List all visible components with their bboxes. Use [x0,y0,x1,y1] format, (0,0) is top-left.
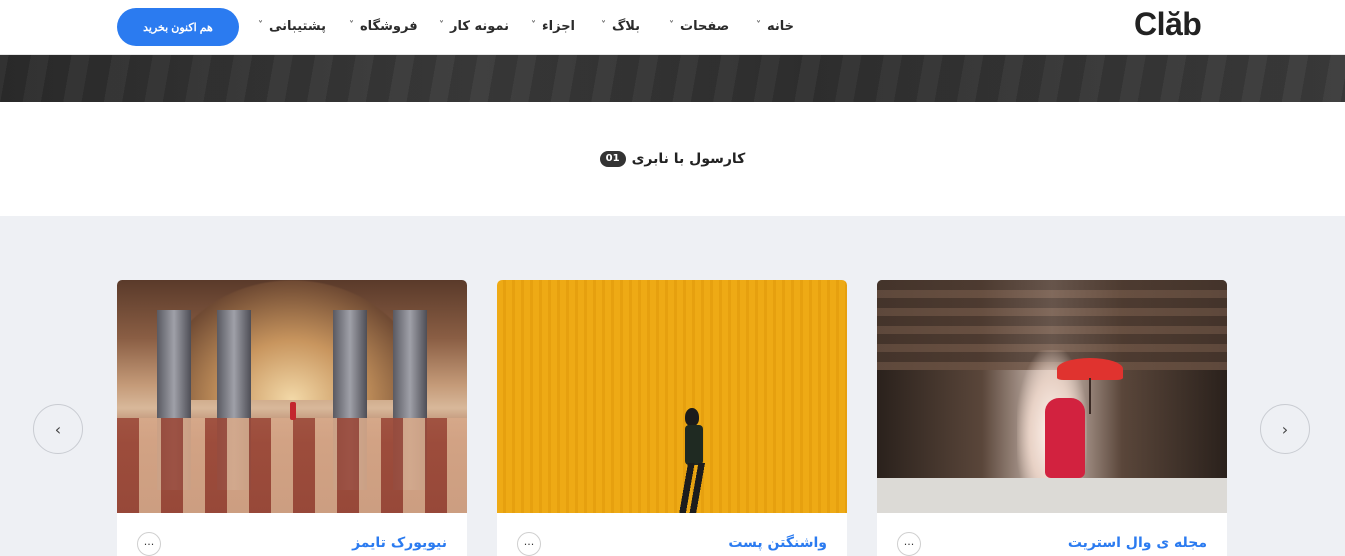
carousel-prev-button[interactable]: ‹ [33,404,83,454]
image-detail [685,425,703,465]
nav-item-label: صفحات [680,18,730,34]
section-number-badge: 01 [599,151,626,167]
image-detail [685,408,699,426]
subway-hall-image[interactable] [117,280,467,513]
yellow-wall-image[interactable] [497,280,847,513]
nav-item-label: بلاگ [612,18,641,34]
chevron-right-icon: › [1281,419,1289,439]
card-title[interactable]: نیویورک تایمز [352,535,447,551]
image-detail [1089,378,1091,414]
chevron-left-icon: ‹ [54,419,62,439]
chevron-down-icon: ˅ [439,19,444,31]
card-title[interactable]: واشنگتن پست [728,535,827,551]
chevron-down-icon: ˅ [349,19,354,31]
nav-item-support[interactable]: پشتیبانی ˅ [258,15,326,37]
site-logo[interactable]: Clăb [1134,6,1202,43]
carousel-card[interactable]: نیویورک تایمز ··· [117,280,467,556]
chevron-down-icon: ˅ [258,19,263,31]
card-meta: واشنگتن پست ··· [497,513,847,556]
card-meta: مجله ی وال استریت ··· [877,513,1227,556]
more-icon[interactable]: ··· [897,532,921,556]
chevron-down-icon: ˅ [531,19,536,31]
nav-item-home[interactable]: خانه ˅ [756,15,794,37]
image-detail [290,402,296,420]
image-detail [117,418,467,513]
image-detail [677,463,705,513]
image-detail [157,280,427,400]
chevron-down-icon: ˅ [601,19,606,31]
section-heading: کارسول با نابری 01 [0,102,1345,216]
nav-item-label: نمونه کار [450,18,509,34]
image-detail [1057,358,1123,380]
carousel-card[interactable]: مجله ی وال استریت ··· [877,280,1227,556]
section-title: کارسول با نابری [631,151,746,167]
nav-item-label: خانه [767,18,795,34]
carousel-next-button[interactable]: › [1260,404,1310,454]
more-icon[interactable]: ··· [137,532,161,556]
image-detail [1045,398,1085,478]
card-meta: نیویورک تایمز ··· [117,513,467,556]
site-header: Clăb خانه ˅ صفحات ˅ بلاگ ˅ اجزاء ˅ نمونه… [0,0,1345,55]
nav-item-pages[interactable]: صفحات ˅ [669,15,729,37]
chevron-down-icon: ˅ [756,19,761,31]
more-icon[interactable]: ··· [517,532,541,556]
image-detail [877,478,1227,513]
carousel: › ‹ مجله ی وال استریت ··· واشنگتن پست ··… [0,216,1345,556]
nav-item-label: پشتیبانی [269,18,326,34]
chevron-down-icon: ˅ [669,19,674,31]
monk-corridor-image[interactable] [877,280,1227,513]
carousel-card[interactable]: واشنگتن پست ··· [497,280,847,556]
nav-item-components[interactable]: اجزاء ˅ [531,15,575,37]
nav-item-label: فروشگاه [360,18,418,34]
buy-now-button[interactable]: هم اکنون بخرید [117,8,239,46]
nav-item-shop[interactable]: فروشگاه ˅ [349,15,418,37]
card-title[interactable]: مجله ی وال استریت [1068,535,1207,551]
nav-item-portfolio[interactable]: نمونه کار ˅ [439,15,509,37]
nav-item-label: اجزاء [542,18,576,34]
nav-item-blog[interactable]: بلاگ ˅ [601,15,640,37]
